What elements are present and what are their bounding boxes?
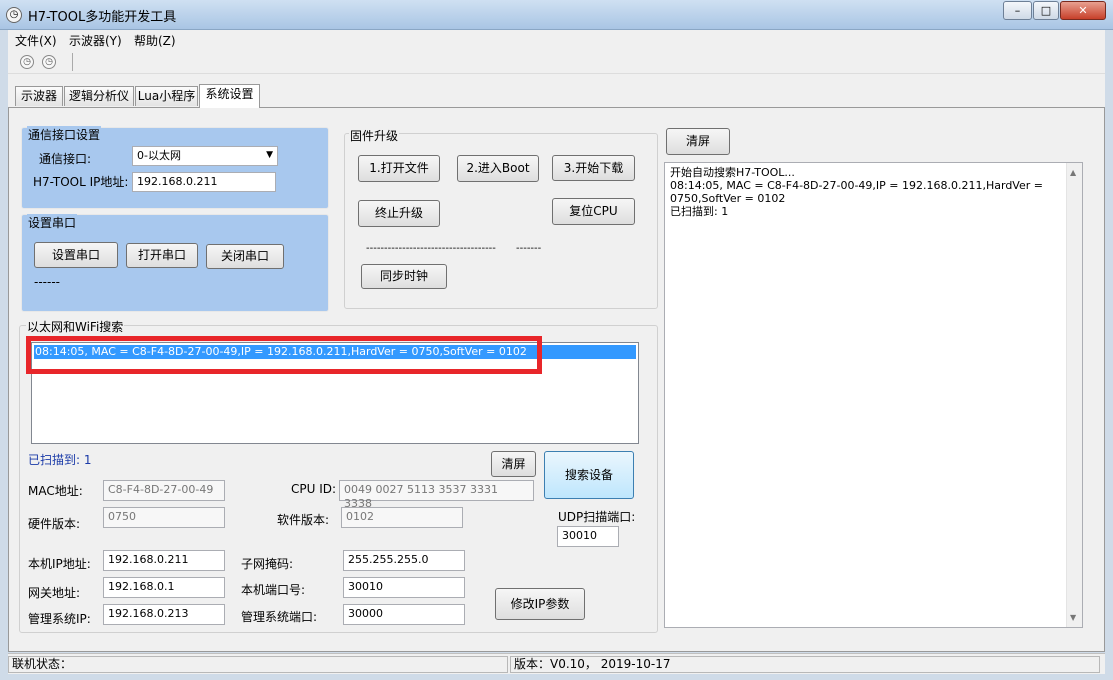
start-download-button[interactable]: 3.开始下载 bbox=[552, 155, 635, 181]
scanned-count: 已扫描到: 1 bbox=[28, 453, 92, 467]
toolbar: ◷ ◷ bbox=[8, 50, 1105, 74]
local-port-input[interactable]: 30010 bbox=[343, 577, 465, 598]
firmware-title: 固件升级 bbox=[349, 127, 400, 144]
title-bar: ◷ H7-TOOL多功能开发工具 – □ ✕ bbox=[0, 0, 1113, 30]
maximize-button[interactable]: □ bbox=[1033, 1, 1059, 20]
mac-field[interactable]: C8-F4-8D-27-00-49 bbox=[103, 480, 225, 501]
modify-ip-button[interactable]: 修改IP参数 bbox=[495, 588, 585, 620]
window-title: H7-TOOL多功能开发工具 bbox=[28, 10, 177, 25]
firmware-progress-right: ------- bbox=[516, 243, 542, 254]
log-clear-button[interactable]: 清屏 bbox=[666, 128, 730, 155]
udp-port-label: UDP扫描端口: bbox=[558, 510, 636, 524]
menu-oscilloscope[interactable]: 示波器(Y) bbox=[69, 32, 122, 49]
iface-select[interactable]: 0-以太网 ▼ bbox=[132, 146, 278, 166]
mgr-ip-label: 管理系统IP: bbox=[28, 612, 91, 626]
hw-version-field[interactable]: 0750 bbox=[103, 507, 225, 528]
subnet-mask-label: 子网掩码: bbox=[241, 557, 294, 571]
menu-file[interactable]: 文件(X) bbox=[15, 32, 57, 49]
tab-logic-analyzer[interactable]: 逻辑分析仪 bbox=[64, 86, 134, 106]
local-ip-input[interactable]: 192.168.0.211 bbox=[103, 550, 225, 571]
hw-version-label: 硬件版本: bbox=[28, 517, 81, 531]
search-device-button[interactable]: 搜索设备 bbox=[544, 451, 634, 499]
sw-version-label: 软件版本: bbox=[277, 513, 330, 527]
version-status: 版本：V0.10， 2019-10-17 bbox=[510, 656, 1100, 673]
highlight-annotation bbox=[26, 336, 542, 374]
menu-bar: 文件(X) 示波器(Y) 帮助(Z) bbox=[8, 30, 1105, 50]
sync-clock-button[interactable]: 同步时钟 bbox=[361, 264, 447, 289]
reset-cpu-button[interactable]: 复位CPU bbox=[552, 198, 635, 225]
search-clear-button[interactable]: 清屏 bbox=[491, 451, 536, 477]
log-line: 08:14:05, MAC = C8-F4-8D-27-00-49,IP = 1… bbox=[670, 179, 1043, 192]
set-serial-button[interactable]: 设置串口 bbox=[34, 242, 118, 268]
gateway-input[interactable]: 192.168.0.1 bbox=[103, 577, 225, 598]
scroll-down-icon[interactable]: ▼ bbox=[1070, 611, 1076, 624]
close-button[interactable]: ✕ bbox=[1060, 1, 1106, 20]
mgr-port-label: 管理系统端口: bbox=[241, 610, 318, 624]
subnet-mask-input[interactable]: 255.255.255.0 bbox=[343, 550, 465, 571]
minimize-button[interactable]: – bbox=[1003, 1, 1032, 20]
stop-upgrade-button[interactable]: 终止升级 bbox=[358, 200, 440, 227]
log-line: 已扫描到: 1 bbox=[670, 205, 729, 218]
serial-status: ------ bbox=[34, 275, 60, 289]
status-bar: 联机状态： 版本：V0.10， 2019-10-17 bbox=[8, 653, 1105, 674]
scroll-up-icon[interactable]: ▲ bbox=[1070, 166, 1076, 179]
clock-icon[interactable]: ◷ bbox=[42, 55, 56, 69]
cpuid-field[interactable]: 0049 0027 5113 3537 3331 3338 bbox=[339, 480, 534, 510]
firmware-progress-left: ------------------------------------ bbox=[366, 243, 496, 254]
dropdown-arrow-icon: ▼ bbox=[266, 150, 273, 160]
serial-title: 设置串口 bbox=[27, 214, 78, 231]
log-textarea[interactable]: 开始自动搜索H7-TOOL... 08:14:05, MAC = C8-F4-8… bbox=[664, 162, 1083, 628]
app-clock-icon: ◷ bbox=[6, 7, 22, 23]
open-serial-button[interactable]: 打开串口 bbox=[126, 243, 198, 268]
local-port-label: 本机端口号: bbox=[241, 583, 306, 597]
comm-settings-title: 通信接口设置 bbox=[27, 126, 102, 143]
open-file-button[interactable]: 1.打开文件 bbox=[358, 155, 440, 182]
sw-version-field[interactable]: 0102 bbox=[341, 507, 463, 528]
gateway-label: 网关地址: bbox=[28, 586, 81, 600]
clock-icon[interactable]: ◷ bbox=[20, 55, 34, 69]
tab-system-settings[interactable]: 系统设置 bbox=[199, 84, 260, 108]
ip-input[interactable]: 192.168.0.211 bbox=[132, 172, 276, 192]
search-title: 以太网和WiFi搜索 bbox=[26, 318, 125, 335]
udp-port-input[interactable]: 30010 bbox=[557, 526, 619, 547]
toolbar-separator bbox=[72, 53, 73, 71]
log-line: 开始自动搜索H7-TOOL... bbox=[670, 166, 795, 179]
log-scrollbar[interactable]: ▲ ▼ bbox=[1066, 163, 1082, 627]
menu-help[interactable]: 帮助(Z) bbox=[134, 32, 176, 49]
enter-boot-button[interactable]: 2.进入Boot bbox=[457, 155, 539, 182]
connection-status: 联机状态： bbox=[8, 656, 508, 673]
tab-lua[interactable]: Lua小程序 bbox=[135, 86, 198, 106]
ip-label: H7-TOOL IP地址: bbox=[33, 175, 129, 189]
mac-label: MAC地址: bbox=[28, 484, 83, 498]
cpuid-label: CPU ID: bbox=[291, 482, 337, 496]
tab-oscilloscope[interactable]: 示波器 bbox=[15, 86, 63, 106]
iface-label: 通信接口: bbox=[39, 152, 92, 166]
close-serial-button[interactable]: 关闭串口 bbox=[206, 244, 284, 269]
log-line: 0750,SoftVer = 0102 bbox=[670, 192, 786, 205]
iface-select-value: 0-以太网 bbox=[137, 149, 181, 162]
mgr-ip-input[interactable]: 192.168.0.213 bbox=[103, 604, 225, 625]
local-ip-label: 本机IP地址: bbox=[28, 557, 91, 571]
mgr-port-input[interactable]: 30000 bbox=[343, 604, 465, 625]
